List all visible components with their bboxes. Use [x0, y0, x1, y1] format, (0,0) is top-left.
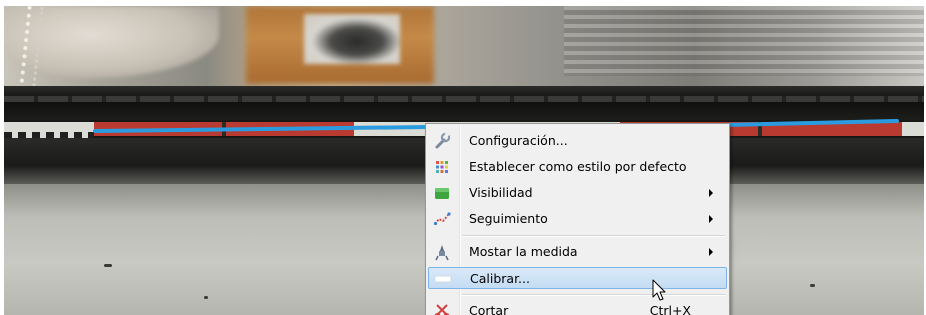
cut-icon — [434, 304, 450, 315]
menu-item-label: Seguimiento — [469, 211, 548, 226]
rail — [4, 86, 924, 120]
rail-ridge — [4, 96, 924, 102]
menu-item-cortar[interactable]: Cortar Ctrl+X — [428, 300, 727, 315]
menu-item-label: Configuración... — [469, 133, 568, 148]
menu-item-establecer-estilo[interactable]: Establecer como estilo por defecto — [428, 156, 727, 178]
submenu-arrow-icon — [709, 189, 713, 197]
context-menu: Configuración... Establecer como estilo … — [425, 123, 730, 315]
mouse-cursor-icon — [652, 279, 666, 301]
tracking-icon — [433, 212, 451, 226]
menu-item-calibrar[interactable]: Calibrar... — [428, 267, 727, 289]
menu-item-label: Cortar — [469, 303, 509, 315]
menu-item-label: Mostar la medida — [469, 244, 578, 259]
measure-tool-icon — [435, 245, 449, 261]
visibility-icon — [435, 188, 449, 199]
box-label — [304, 14, 400, 64]
submenu-arrow-icon — [709, 248, 713, 256]
wrench-icon — [435, 132, 451, 149]
menu-item-label: Visibilidad — [469, 185, 533, 200]
menu-item-configuracion[interactable]: Configuración... — [428, 130, 727, 152]
menu-item-shortcut: Ctrl+X — [649, 303, 691, 315]
calibrate-icon — [434, 275, 452, 283]
menu-separator — [462, 235, 725, 237]
menu-item-mostrar-medida[interactable]: Mostar la medida — [428, 241, 727, 263]
submenu-arrow-icon — [709, 215, 713, 223]
menu-item-seguimiento[interactable]: Seguimiento — [428, 208, 727, 230]
menu-separator — [462, 294, 725, 296]
floor-speck — [204, 296, 208, 299]
floor-speck — [810, 284, 815, 287]
background-blur-streaks — [564, 6, 924, 76]
menu-item-visibilidad[interactable]: Visibilidad — [428, 182, 727, 204]
palette-grid-icon — [436, 161, 448, 173]
menu-item-label: Calibrar... — [470, 271, 530, 286]
floor-speck — [104, 264, 112, 267]
menu-item-label: Establecer como estilo por defecto — [469, 159, 687, 174]
